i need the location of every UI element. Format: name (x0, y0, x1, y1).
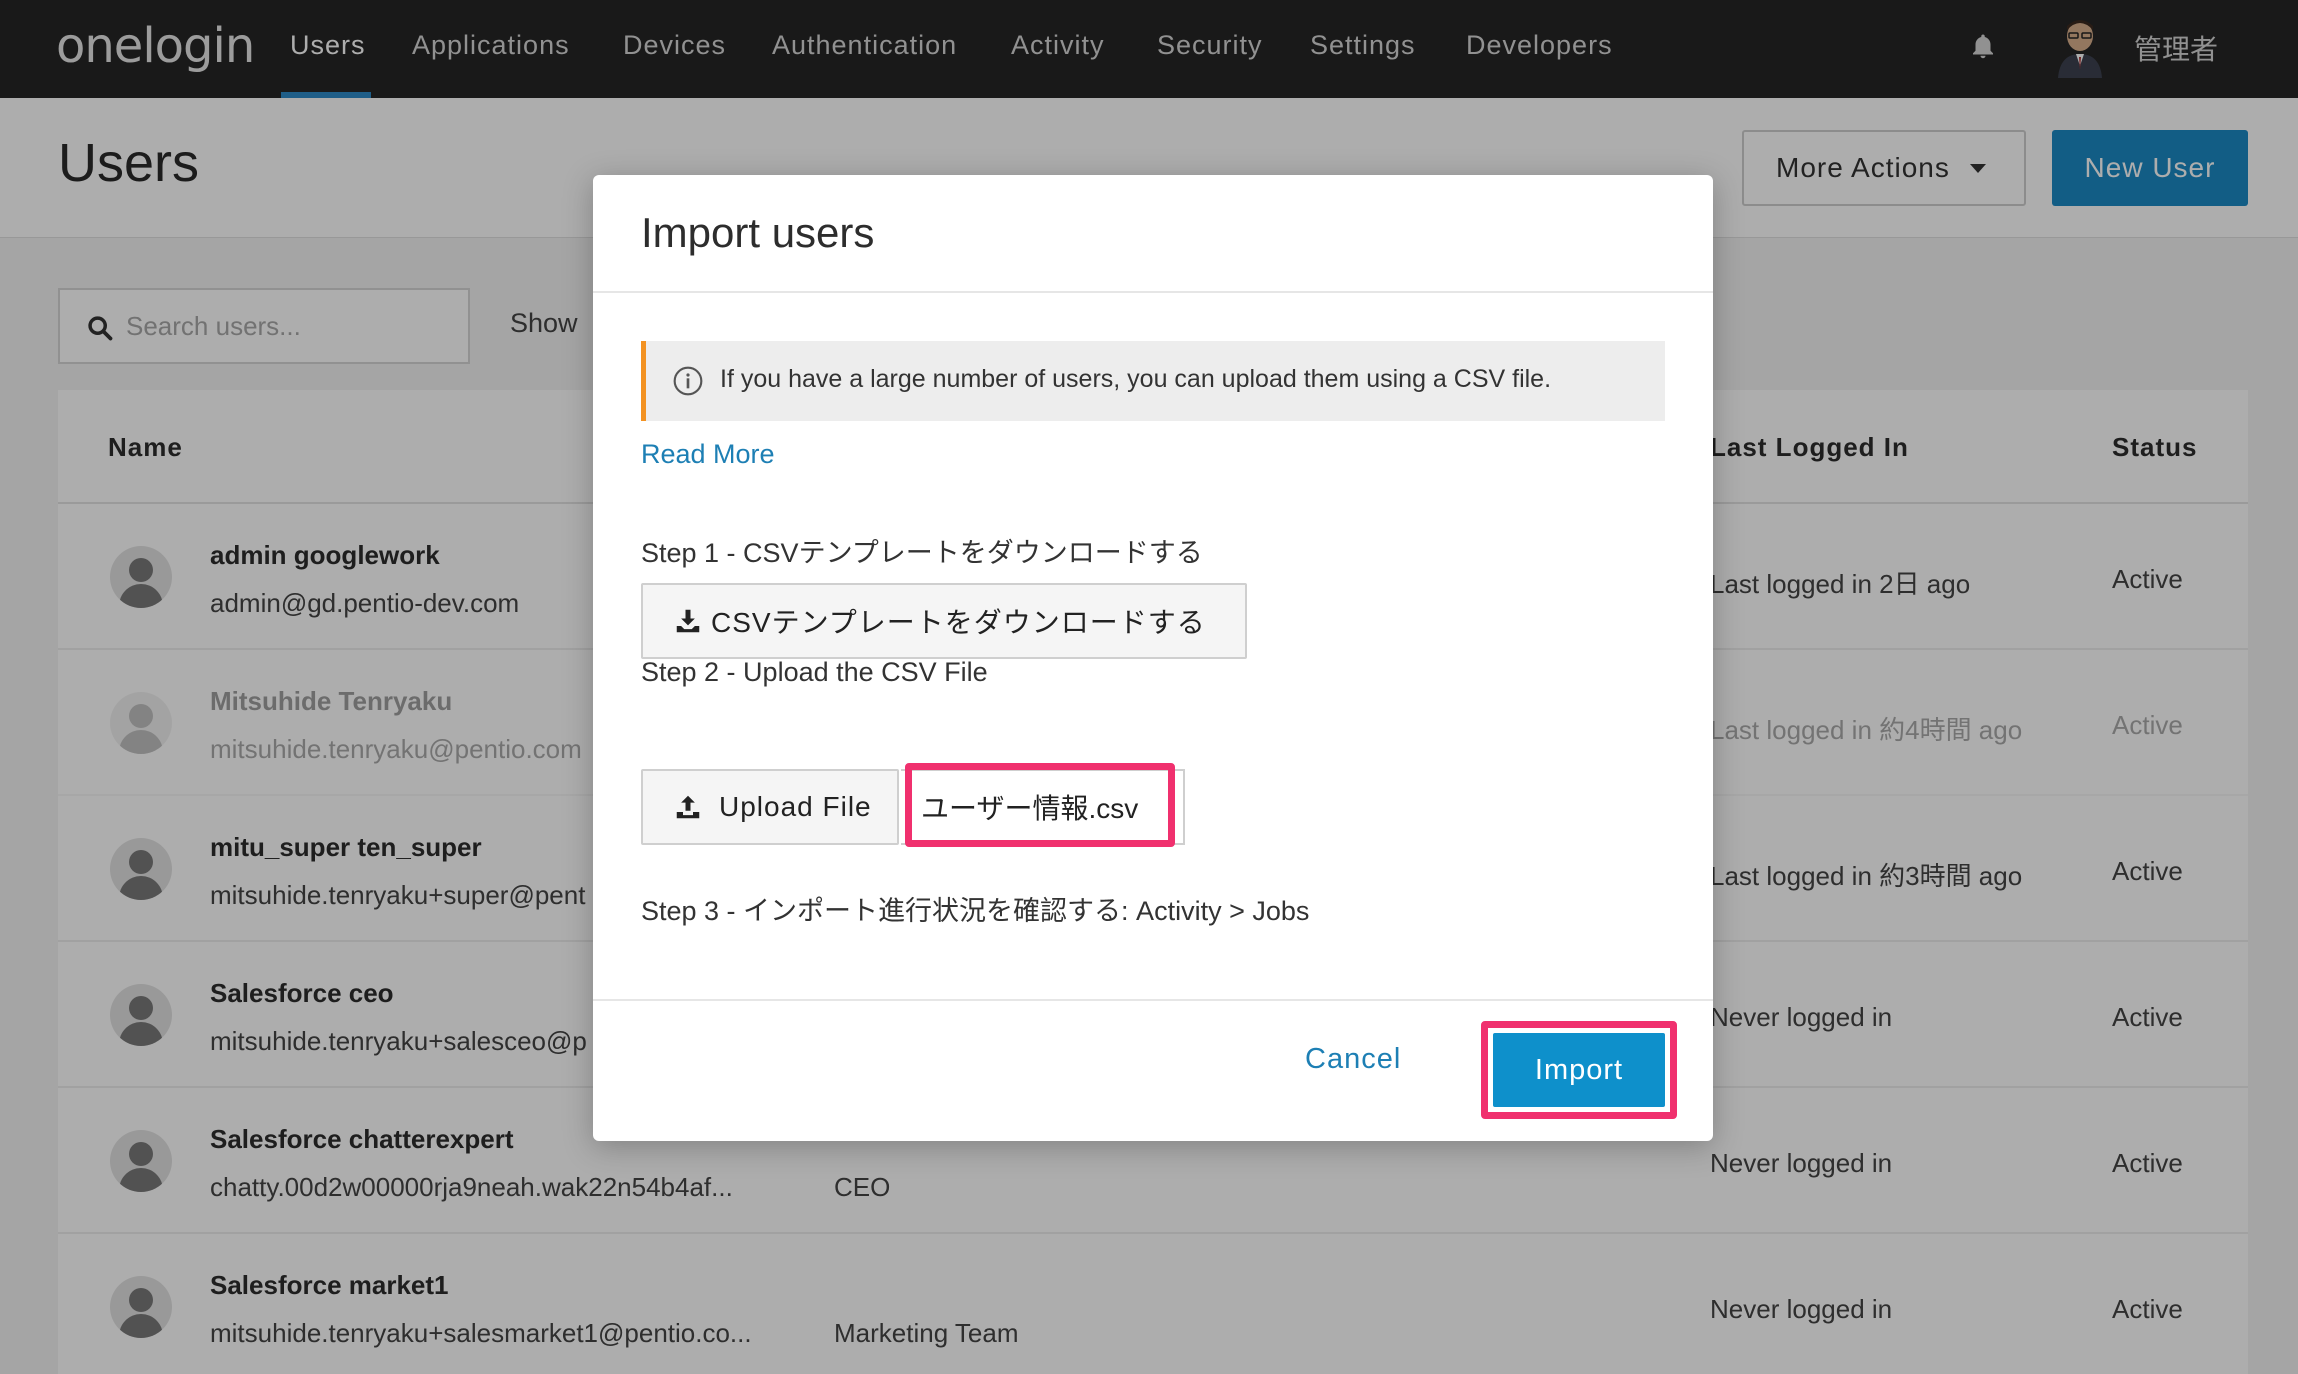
file-name-highlight (905, 763, 1175, 847)
modal-header-divider (593, 291, 1713, 293)
info-text: If you have a large number of users, you… (720, 365, 1552, 393)
import-button[interactable]: Import (1493, 1033, 1665, 1107)
info-icon (673, 366, 703, 396)
info-callout: If you have a large number of users, you… (641, 341, 1665, 421)
upload-icon (676, 795, 700, 819)
upload-file-label: Upload File (719, 791, 872, 822)
step1-label: Step 1 - CSVテンプレートをダウンロードする (641, 538, 1203, 568)
download-template-label: CSVテンプレートをダウンロードする (711, 607, 1206, 638)
step3-label: Step 3 - インポート進行状況を確認する: Activity > Jobs (641, 896, 1310, 926)
import-users-modal: Import users If you have a large number … (593, 175, 1713, 1141)
download-icon (676, 609, 700, 633)
modal-title: Import users (641, 209, 875, 256)
read-more-link[interactable]: Read More (641, 439, 775, 470)
step2-label: Step 2 - Upload the CSV File (641, 657, 988, 687)
cancel-button[interactable]: Cancel (1305, 1043, 1401, 1076)
modal-footer-divider (593, 999, 1713, 1001)
upload-file-button[interactable]: Upload File (641, 769, 899, 845)
download-template-button[interactable]: CSVテンプレートをダウンロードする (641, 583, 1247, 659)
